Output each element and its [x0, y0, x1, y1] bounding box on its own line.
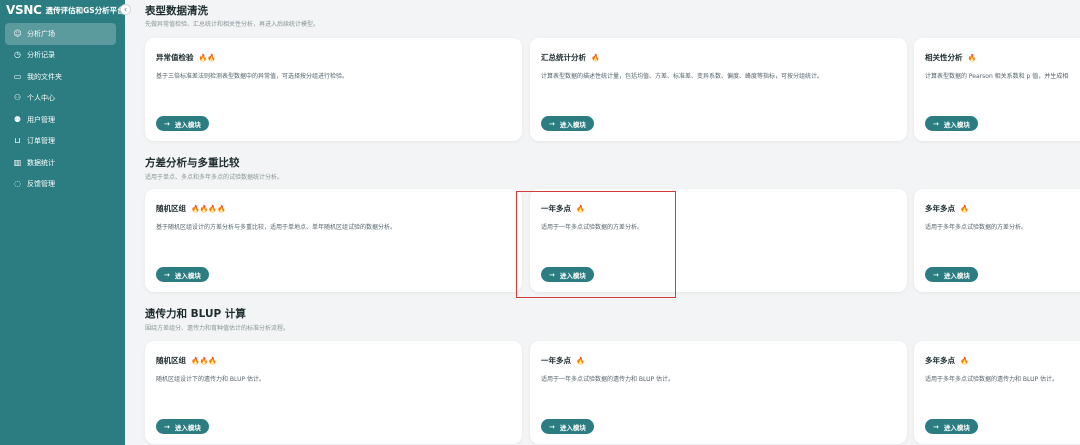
folder-icon: ▭	[13, 71, 22, 81]
arrow-right-icon: →	[549, 119, 555, 128]
section-desc: 围绕方差组分、遗传力和育种值估计的标准分析流程。	[145, 325, 290, 332]
section-title-heritability-blup: 遗传力和 BLUP 计算	[145, 308, 246, 320]
sidebar-item-feedback-management[interactable]: ◌ 反馈管理	[5, 174, 116, 196]
module-card-correlation: 相关性分析 🔥 计算表型数据的 Pearson 相关系数和 p 值，并生成相 → 进…	[914, 38, 1080, 141]
card-title: 随机区组 🔥🔥🔥	[156, 356, 218, 365]
user-icon: ⚇	[13, 93, 22, 103]
sidebar-item-label: 反馈管理	[27, 180, 55, 189]
module-card-outlier-test: 异常值检验 🔥🔥 基于三倍标准差法则检测表型数据中的异常值，可选择按分组进行检验。…	[145, 38, 522, 141]
flame-icon: 🔥🔥🔥	[191, 356, 218, 365]
section-desc: 先做异常值检验、汇总统计和相关性分析，再进入后续统计模型。	[145, 21, 320, 28]
card-title: 异常值检验 🔥🔥	[156, 53, 216, 62]
sidebar-item-data-statistics[interactable]: ▥ 数据统计	[5, 152, 116, 174]
card-desc: 适用于多年多点试验数据的方差分析。	[925, 224, 1028, 231]
module-card-multi-year-multi-site-anova: 多年多点 🔥 适用于多年多点试验数据的方差分析。 → 进入模块	[914, 189, 1080, 292]
flame-icon: 🔥	[960, 356, 969, 365]
history-icon: ◷	[14, 50, 21, 60]
sidebar-item-label: 用户管理	[27, 115, 55, 124]
card-desc: 适用于多年多点试验数据的遗传力和 BLUP 估计。	[925, 376, 1058, 383]
enter-module-button[interactable]: → 进入模块	[541, 267, 594, 282]
feedback-icon: ◌	[14, 179, 21, 189]
arrow-right-icon: →	[549, 422, 555, 431]
sidebar-item-analysis-plaza[interactable]: ☺ 分析广场	[5, 23, 116, 45]
sidebar-nav: ☺ 分析广场 ◷ 分析记录 ▭ 我的文件夹 ⚇ 个人中心 ⚉ 用户管理 ⊔ 订单…	[5, 23, 116, 195]
flame-icon: 🔥	[960, 204, 969, 213]
brand: VSNC 遗传评估和GS分析平台	[6, 3, 125, 17]
card-title: 一年多点 🔥	[541, 204, 585, 213]
sidebar-item-label: 我的文件夹	[27, 72, 62, 81]
plaza-icon: ☺	[13, 28, 22, 38]
sidebar-item-personal-center[interactable]: ⚇ 个人中心	[5, 88, 116, 110]
card-desc: 基于三倍标准差法则检测表型数据中的异常值，可选择按分组进行检验。	[156, 73, 349, 80]
module-card-summary-stats: 汇总统计分析 🔥 计算表型数据的描述性统计量，包括均值、方差、标准差、变异系数、偏…	[530, 38, 907, 141]
sidebar-item-order-management[interactable]: ⊔ 订单管理	[5, 131, 116, 153]
card-title: 相关性分析 🔥	[925, 53, 977, 62]
sidebar: VSNC 遗传评估和GS分析平台 ☺ 分析广场 ◷ 分析记录 ▭ 我的文件夹 ⚇…	[0, 0, 125, 445]
enter-module-button[interactable]: → 进入模块	[156, 267, 209, 282]
sidebar-item-analysis-history[interactable]: ◷ 分析记录	[5, 45, 116, 67]
card-title: 一年多点 🔥	[541, 356, 585, 365]
arrow-right-icon: →	[164, 119, 170, 128]
arrow-right-icon: →	[164, 270, 170, 279]
section-title-phenotype-cleaning: 表型数据清洗	[145, 5, 208, 17]
card-desc: 计算表型数据的 Pearson 相关系数和 p 值，并生成相	[925, 73, 1069, 80]
enter-module-button[interactable]: → 进入模块	[541, 419, 594, 434]
enter-module-button[interactable]: → 进入模块	[156, 419, 209, 434]
module-card-multi-year-multi-site-blup: 多年多点 🔥 适用于多年多点试验数据的遗传力和 BLUP 估计。 → 进入模块	[914, 341, 1080, 444]
arrow-right-icon: →	[933, 119, 939, 128]
users-icon: ⚉	[13, 114, 22, 124]
flame-icon: 🔥🔥	[198, 53, 216, 62]
section-title-anova: 方差分析与多重比较	[145, 157, 240, 169]
card-desc: 随机区组设计下的遗传力和 BLUP 估计。	[156, 376, 265, 383]
sidebar-item-label: 订单管理	[27, 137, 55, 146]
flame-icon: 🔥	[576, 204, 585, 213]
brand-logo: VSNC	[6, 3, 42, 17]
enter-module-button[interactable]: → 进入模块	[925, 419, 978, 434]
sidebar-item-my-folder[interactable]: ▭ 我的文件夹	[5, 66, 116, 88]
collapse-sidebar-button[interactable]: ‹	[120, 4, 131, 15]
arrow-right-icon: →	[933, 422, 939, 431]
brand-title: 遗传评估和GS分析平台	[45, 5, 125, 15]
sidebar-item-label: 个人中心	[27, 94, 55, 103]
arrow-right-icon: →	[549, 270, 555, 279]
card-desc: 适用于一年多点试验数据的方差分析。	[541, 224, 644, 231]
module-card-one-year-multi-site-blup: 一年多点 🔥 适用于一年多点试验数据的遗传力和 BLUP 估计。 → 进入模块	[530, 341, 907, 444]
sidebar-item-label: 分析广场	[27, 29, 55, 38]
card-desc: 基于随机区组设计的方差分析与多重比较，适用于单地点、单年随机区组试验的数据分析。	[156, 224, 397, 231]
flame-icon: 🔥	[967, 53, 977, 62]
enter-module-button[interactable]: → 进入模块	[541, 116, 594, 131]
sidebar-item-label: 分析记录	[27, 51, 55, 60]
enter-module-button[interactable]: → 进入模块	[925, 116, 978, 131]
module-card-one-year-multi-site-anova: 一年多点 🔥 适用于一年多点试验数据的方差分析。 → 进入模块	[530, 189, 907, 292]
card-title: 多年多点 🔥	[925, 204, 969, 213]
cart-icon: ⊔	[14, 136, 21, 146]
main-content: 表型数据清洗 先做异常值检验、汇总统计和相关性分析，再进入后续统计模型。 异常值…	[125, 0, 1080, 445]
flame-icon: 🔥	[591, 53, 600, 62]
arrow-right-icon: →	[164, 422, 170, 431]
arrow-right-icon: →	[933, 270, 939, 279]
card-title: 随机区组 🔥🔥🔥🔥	[156, 204, 226, 213]
module-card-rcbd-blup: 随机区组 🔥🔥🔥 随机区组设计下的遗传力和 BLUP 估计。 → 进入模块	[145, 341, 522, 444]
sidebar-item-user-management[interactable]: ⚉ 用户管理	[5, 109, 116, 131]
chart-icon: ▥	[13, 157, 22, 167]
card-title: 多年多点 🔥	[925, 356, 969, 365]
module-card-rcbd-anova: 随机区组 🔥🔥🔥🔥 基于随机区组设计的方差分析与多重比较，适用于单地点、单年随机区…	[145, 189, 522, 292]
flame-icon: 🔥	[576, 356, 585, 365]
card-desc: 适用于一年多点试验数据的遗传力和 BLUP 估计。	[541, 376, 674, 383]
enter-module-button[interactable]: → 进入模块	[156, 116, 209, 131]
card-desc: 计算表型数据的描述性统计量，包括均值、方差、标准差、变异系数、偏度、峰度等指标，…	[541, 73, 824, 80]
flame-icon: 🔥🔥🔥🔥	[191, 204, 226, 213]
section-desc: 适用于单点、多点和多年多点的试验数据统计分析。	[145, 174, 284, 181]
sidebar-item-label: 数据统计	[27, 158, 55, 167]
card-title: 汇总统计分析 🔥	[541, 53, 600, 62]
enter-module-button[interactable]: → 进入模块	[925, 267, 978, 282]
